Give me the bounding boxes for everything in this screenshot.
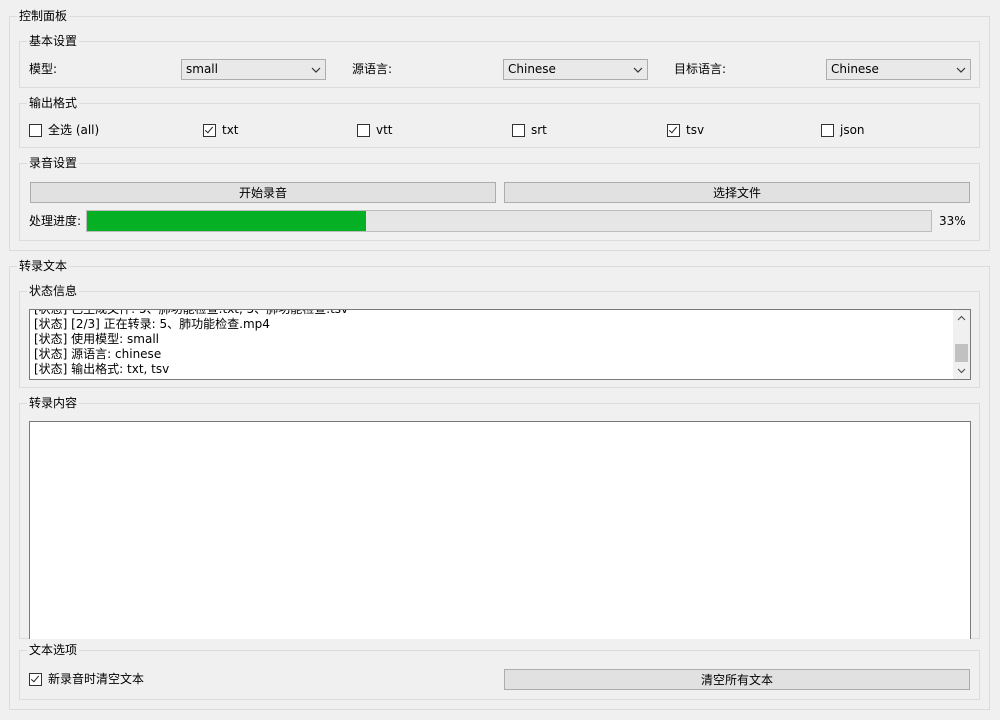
status-log-line: [状态] 源语言: chinese [34,347,162,361]
format-label-txt: txt [222,123,239,137]
clear-on-new-checkbox[interactable]: 新录音时清空文本 [29,670,144,688]
progress-bar [86,210,932,232]
status-log[interactable]: [状态] 已生成文件: 5、肺功能检查.txt, 5、肺功能检查.tsv [状态… [29,309,971,380]
basic-settings-title: 基本设置 [27,33,80,49]
checkbox[interactable] [29,123,42,137]
target-lang-select-value: Chinese [831,62,879,76]
format-checkbox-tsv[interactable]: tsv [667,121,704,139]
start-recording-button[interactable]: 开始录音 [30,182,496,203]
transcription-text-area[interactable] [29,421,971,639]
status-log-line: [状态] 已生成文件: 5、肺功能检查.txt, 5、肺功能检查.tsv [34,309,349,316]
format-label-vtt: vtt [376,123,393,137]
format-label-srt: srt [531,123,547,137]
format-label-all: 全选 (all) [48,123,100,137]
format-checkbox-srt[interactable]: srt [512,121,547,139]
transcription-title: 转录文本 [17,258,70,274]
scrollbar-thumb[interactable] [955,344,968,362]
status-info-title: 状态信息 [27,283,80,299]
clear-on-new-label: 新录音时清空文本 [48,672,145,686]
control-panel-title: 控制面板 [17,8,70,24]
progress-percent: 33% [939,214,966,228]
format-label-tsv: tsv [686,123,705,137]
output-format-title: 输出格式 [27,95,80,111]
status-log-lines: [状态] 已生成文件: 5、肺功能检查.txt, 5、肺功能检查.tsv [状态… [34,309,952,377]
model-select[interactable]: small [181,59,326,80]
format-checkbox-json[interactable]: json [821,121,865,139]
source-lang-label: 源语言: [352,62,393,76]
format-checkbox-txt[interactable]: txt [203,121,239,139]
target-lang-select[interactable]: Chinese [826,59,971,80]
chevron-down-icon[interactable] [953,363,970,379]
select-file-button[interactable]: 选择文件 [504,182,970,203]
format-checkbox-vtt[interactable]: vtt [357,121,393,139]
status-log-scrollbar[interactable] [953,310,970,379]
recording-settings-title: 录音设置 [27,155,80,171]
chevron-down-icon [952,60,970,79]
checkbox[interactable] [512,123,525,137]
checkbox[interactable] [29,672,42,686]
chevron-down-icon [307,60,325,79]
clear-all-text-button[interactable]: 清空所有文本 [504,669,970,690]
status-log-line: [状态] 输出格式: txt, tsv [34,362,170,376]
status-log-line: [状态] [2/3] 正在转录: 5、肺功能检查.mp4 [34,317,270,331]
model-label: 模型: [29,62,58,76]
chevron-up-icon[interactable] [953,310,970,326]
text-options-title: 文本选项 [27,642,80,658]
checkbox[interactable] [357,123,370,137]
checkbox[interactable] [203,123,216,137]
checkbox[interactable] [821,123,834,137]
status-log-line: [状态] 使用模型: small [34,332,159,346]
checkbox[interactable] [667,123,680,137]
source-lang-select[interactable]: Chinese [503,59,648,80]
format-checkbox-all[interactable]: 全选 (all) [29,121,99,139]
progress-label: 处理进度: [29,214,82,228]
chevron-down-icon [629,60,647,79]
transcription-content-title: 转录内容 [27,395,80,411]
target-lang-label: 目标语言: [674,62,727,76]
progress-bar-fill [87,211,366,231]
model-select-value: small [186,62,218,76]
format-label-json: json [840,123,865,137]
source-lang-select-value: Chinese [508,62,556,76]
